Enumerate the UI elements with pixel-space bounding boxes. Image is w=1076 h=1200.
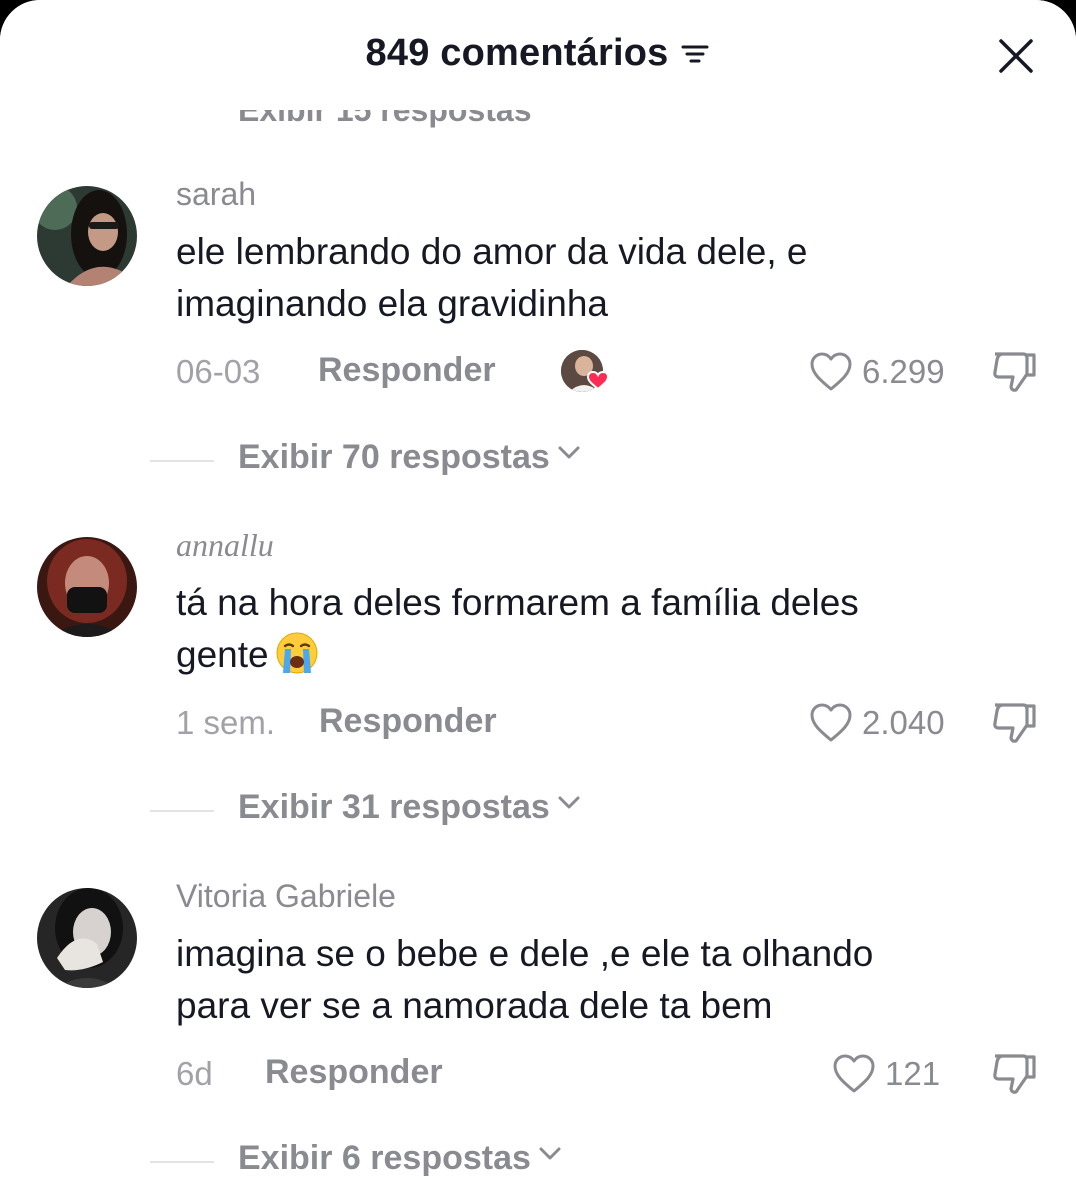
view-replies-label: Exibir 70 respostas: [238, 438, 582, 477]
comment-username[interactable]: Vitoria Gabriele: [176, 878, 396, 915]
divider: [150, 460, 214, 462]
like-button[interactable]: 2.040: [808, 700, 945, 746]
title-wrap: 849 comentários: [0, 32, 1076, 75]
comment-text-line: tá na hora deles formarem a família dele…: [176, 582, 859, 623]
comments-sheet: 849 comentários Exibir 15 respostas sara…: [0, 0, 1076, 1200]
comments-count-title: 849 comentários: [365, 32, 669, 74]
view-replies-button[interactable]: Exibir 6 respostas: [150, 1139, 750, 1183]
dislike-icon[interactable]: [990, 1051, 1038, 1097]
like-button[interactable]: 6.299: [808, 349, 945, 395]
comment-text-line: imagina se o bebe e dele ,e ele ta olhan…: [176, 933, 874, 974]
chevron-down-icon: [539, 1147, 561, 1160]
divider: [150, 1161, 214, 1163]
comment-time: 6d: [176, 1055, 213, 1092]
chevron-down-icon: [558, 796, 580, 809]
view-replies-button[interactable]: Exibir 70 respostas: [150, 438, 750, 482]
view-replies-text: Exibir 31 respostas: [238, 788, 550, 826]
close-icon[interactable]: [996, 36, 1036, 76]
view-replies-label: Exibir 31 respostas: [238, 788, 582, 827]
view-replies-button[interactable]: Exibir 31 respostas: [150, 788, 750, 832]
comment-username[interactable]: annallu: [176, 527, 274, 564]
heart-icon: [810, 703, 852, 742]
reply-button[interactable]: Responder: [265, 1053, 443, 1092]
comment-time: 06-03: [176, 353, 261, 390]
comment-text-line: ele lembrando do amor da vida dele, e: [176, 231, 808, 272]
comment-meta: 1 sem. Responder 2.040: [176, 700, 1038, 750]
view-replies-text: Exibir 6 respostas: [238, 1139, 531, 1177]
like-count: 121: [885, 1055, 941, 1092]
reply-button[interactable]: Responder: [319, 702, 497, 741]
heart-icon: [810, 352, 852, 391]
comment-username[interactable]: sarah: [176, 176, 256, 213]
dislike-icon[interactable]: [990, 700, 1038, 746]
dislike-icon[interactable]: [990, 349, 1038, 395]
avatar-image-icon: [37, 888, 137, 988]
comment-text: tá na hora deles formarem a família dele…: [176, 577, 1036, 681]
avatar[interactable]: [37, 888, 137, 988]
view-replies-text: Exibir 70 respostas: [238, 438, 550, 476]
comment-meta: 06-03 Responder 6.299: [176, 349, 1038, 399]
comment-text-line-with-emoji: gente: [176, 629, 1036, 681]
heart-icon: [833, 1054, 875, 1093]
avatar-image-icon: [37, 186, 137, 286]
divider: [150, 810, 214, 812]
avatar[interactable]: [37, 186, 137, 286]
like-count: 2.040: [862, 704, 945, 741]
comment-text: imagina se o bebe e dele ,e ele ta olhan…: [176, 928, 1036, 1032]
comment-text: ele lembrando do amor da vida dele, e im…: [176, 226, 1036, 330]
comment-text-line: gente: [176, 634, 269, 675]
avatar[interactable]: [37, 537, 137, 637]
comment-text-line: imaginando ela gravidinha: [176, 283, 608, 324]
avatar-image-icon: [37, 537, 137, 637]
comment-text-line: para ver se a namorada dele ta bem: [176, 985, 773, 1026]
liked-by-creator-icon: [561, 350, 610, 392]
reply-button[interactable]: Responder: [318, 351, 496, 390]
like-count: 6.299: [862, 353, 945, 390]
filter-lines-icon[interactable]: [680, 39, 710, 69]
loudly-crying-face-icon: [276, 632, 318, 674]
chevron-down-icon: [558, 446, 580, 459]
comments-header: 849 comentários: [0, 0, 1076, 110]
comment-time: 1 sem.: [176, 704, 276, 741]
view-replies-label: Exibir 6 respostas: [238, 1139, 563, 1178]
comment-meta: 6d Responder 121: [176, 1051, 1038, 1101]
like-button[interactable]: 121: [831, 1051, 940, 1097]
